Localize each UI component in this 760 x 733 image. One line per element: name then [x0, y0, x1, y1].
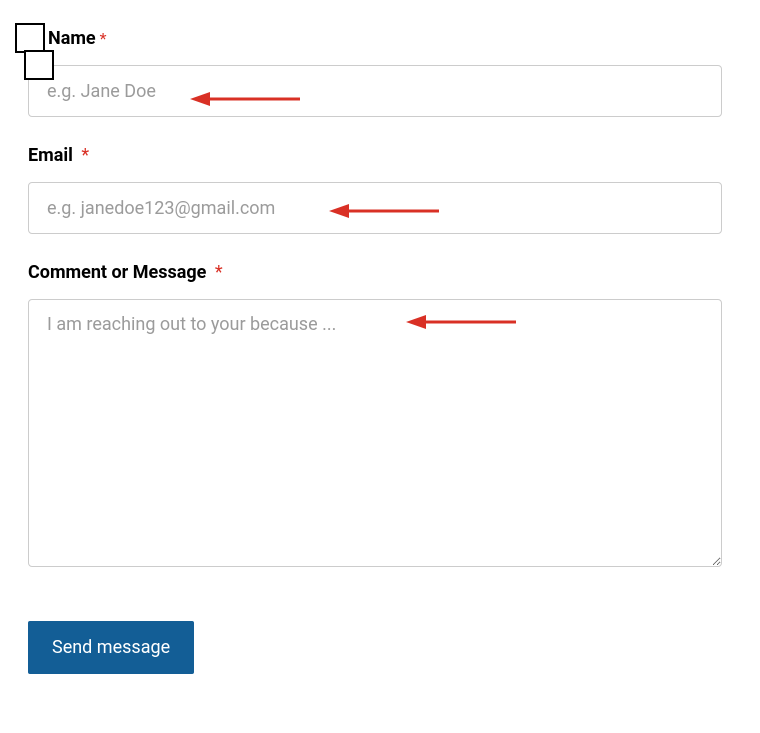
- message-label: Comment or Message: [28, 262, 206, 283]
- email-field-group: Email *: [28, 145, 732, 234]
- message-field-group: Comment or Message *: [28, 262, 732, 571]
- message-label-wrapper: Comment or Message *: [28, 262, 732, 283]
- send-message-button[interactable]: Send message: [28, 621, 194, 674]
- email-required-mark: *: [81, 145, 89, 166]
- name-required-mark: *: [100, 29, 107, 48]
- email-label-wrapper: Email *: [28, 145, 732, 166]
- email-input[interactable]: [28, 182, 722, 234]
- message-required-mark: *: [215, 262, 223, 283]
- message-textarea[interactable]: [28, 299, 722, 567]
- email-label: Email: [28, 145, 73, 166]
- name-field-group: Name *: [28, 28, 732, 117]
- name-input[interactable]: [28, 65, 722, 117]
- name-label-row: Name *: [28, 28, 732, 49]
- checkbox-outline-2: [24, 50, 54, 80]
- name-label: Name: [48, 28, 96, 49]
- checkbox-outline-1: [15, 23, 45, 53]
- contact-form: Name * Email * Comment or Message *: [0, 0, 760, 702]
